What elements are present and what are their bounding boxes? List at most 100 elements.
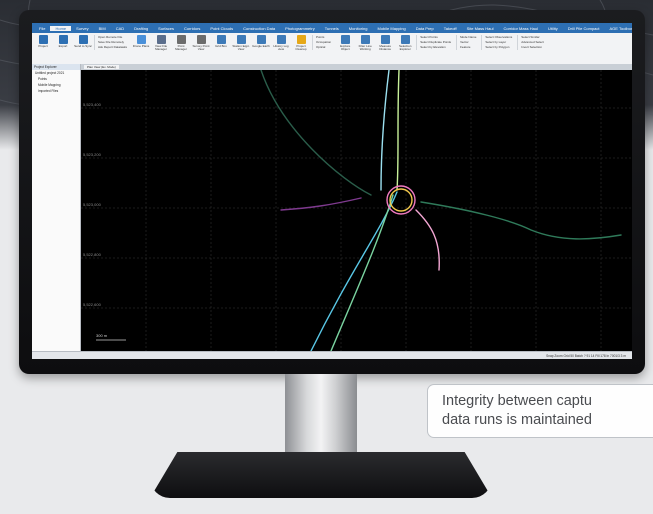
project-icon — [38, 35, 48, 44]
ribbon-menu-group: Points Occupation Optical — [312, 35, 334, 50]
history-icon — [276, 35, 286, 44]
application-window: File Home Survey BIM CAD Drafting Surfaces Corr… — [32, 23, 632, 359]
ribbon-tab[interactable]: CAD — [111, 26, 129, 31]
ribbon-button[interactable]: Station Eqpt. View — [232, 35, 250, 51]
tree-item[interactable]: Imported Files — [32, 88, 80, 94]
ribbon-tab[interactable]: Data Prep — [411, 26, 439, 31]
point-cloud-plot[interactable]: 5,523,400 5,523,200 5,523,000 5,522,800 … — [81, 69, 632, 352]
ribbon-tab[interactable]: Survey — [71, 26, 93, 31]
trajectory-line — [380, 69, 390, 191]
ribbon-menu-group: Select Observations Select by Layer Select… — [481, 35, 515, 50]
ribbon-button-label: Grid Box — [215, 44, 227, 48]
ribbon-button[interactable]: Export — [54, 35, 72, 48]
ribbon-tab[interactable]: Site Mass Haul — [462, 26, 499, 31]
ribbon-button-label: Send to Sync — [74, 44, 92, 48]
ribbon-tab[interactable]: Drill Pile Compact — [563, 26, 605, 31]
ribbon-button-label: Project Cleanup — [295, 44, 307, 51]
ribbon-button-label: Point Manager — [175, 44, 187, 51]
ribbon-menu-group: Mode Name Vector Feature — [456, 35, 479, 50]
filter-icon — [360, 35, 370, 44]
ribbon-menu-item[interactable]: Ask Report Datatasks — [98, 45, 127, 50]
drone-icon — [136, 35, 146, 44]
ribbon-button[interactable]: Project Cleanup — [292, 35, 310, 51]
ribbon-button-label: Station Eqpt. View — [232, 44, 250, 51]
ribbon-tab[interactable]: Photogrammetry — [280, 26, 320, 31]
project-explorer-pane: Project Explorer Untitled project 2021 P… — [32, 64, 81, 351]
ribbon-menu-item[interactable]: Select by Elevation — [420, 45, 451, 50]
export-icon — [58, 35, 68, 44]
ribbon-tab[interactable]: Corridor Mass Haul — [498, 26, 542, 31]
trajectory-line — [415, 209, 440, 271]
ribbon-button[interactable]: Point Manager — [172, 35, 190, 51]
ribbon-tab[interactable]: Surfaces — [153, 26, 179, 31]
trajectory-line — [260, 69, 372, 196]
ribbon-button[interactable]: Send to Sync — [74, 35, 92, 48]
trajectory-line — [420, 201, 622, 240]
scale-bar-label: 300 m — [96, 333, 108, 338]
ribbon-tab[interactable]: Point Clouds — [205, 26, 238, 31]
ribbon-button[interactable]: Filter Line Working — [356, 35, 374, 51]
y-tick-label: 5,522,600 — [83, 302, 102, 307]
ribbon-button[interactable]: Grid Box — [212, 35, 230, 48]
measure-icon — [380, 35, 390, 44]
ribbon-button-label: Explore Object — [340, 44, 351, 51]
caption-line: Integrity between captu — [442, 393, 592, 409]
send-icon — [78, 35, 88, 44]
ribbon-button-label: Measure Distance — [379, 44, 392, 51]
ribbon-tab[interactable]: Monitoring — [344, 26, 373, 31]
ribbon-menu-item[interactable]: Invert Selection — [521, 45, 544, 50]
ribbon-menu-group: Select Points Select Duplicate Points Sele… — [416, 35, 454, 50]
ribbon-tab[interactable]: AGE Toolbox — [605, 26, 632, 31]
ribbon-button[interactable]: History Log view — [272, 35, 290, 51]
survey-point-icon — [196, 35, 206, 44]
ribbon-button[interactable]: Drone Plans — [132, 35, 150, 48]
plan-view-tab-label: Plan View (Ex. Mode) — [84, 65, 119, 69]
y-tick-label: 5,523,400 — [83, 102, 102, 107]
ribbon-tab[interactable]: Tunnels — [320, 26, 344, 31]
ribbon-button-label: Survey Point View — [192, 44, 210, 51]
ribbon-button[interactable]: Selection Explorer — [396, 35, 414, 51]
ribbon-button[interactable]: Measure Distance — [376, 35, 394, 51]
ribbon-tab-bar: File Home Survey BIM CAD Drafting Surfaces Corr… — [32, 23, 632, 33]
ribbon-tab[interactable]: Home — [50, 25, 72, 31]
ribbon-button[interactable]: Google Earth — [252, 35, 270, 48]
station-icon — [236, 35, 246, 44]
ribbon-tab[interactable]: Drafting — [129, 26, 153, 31]
ribbon-button-label: Filter Line Working — [358, 44, 372, 51]
ribbon-button[interactable]: Explore Object — [336, 35, 354, 51]
ribbon-button-label: Google Earth — [252, 44, 270, 48]
ribbon-tab[interactable]: File — [34, 26, 50, 31]
cleanup-icon — [296, 35, 306, 44]
ribbon-menu-group: Open Remote File Save File Remotely Ask Re… — [94, 35, 130, 50]
monitor-bezel: File Home Survey BIM CAD Drafting Surfaces Corr… — [19, 10, 645, 374]
y-tick-label: 5,523,200 — [83, 152, 102, 157]
grid-box-icon — [216, 35, 226, 44]
ribbon-menu-item[interactable]: Optical — [316, 45, 331, 50]
ribbon-button[interactable]: View File Manager — [152, 35, 170, 51]
ribbon-button-label: Drone Plans — [132, 44, 150, 48]
file-manager-icon — [156, 35, 166, 44]
ribbon-button[interactable]: Survey Point View — [192, 35, 210, 51]
ribbon-menu-group: Select Similar Advanced Select Invert Sele… — [517, 35, 547, 50]
ribbon-tab[interactable]: BIM — [94, 26, 111, 31]
ribbon-tab[interactable]: Construction Data — [238, 26, 280, 31]
ribbon-button-label: Export — [58, 44, 68, 48]
ribbon-tab[interactable]: Corridors — [179, 26, 205, 31]
explore-icon — [340, 35, 350, 44]
caption-callout: Integrity between captu data runs is mai… — [427, 384, 653, 438]
ribbon-button[interactable]: Project — [34, 35, 52, 48]
ribbon-tab[interactable]: Utility — [543, 26, 563, 31]
ribbon-button-label: Selection Explorer — [399, 44, 412, 51]
ribbon-menu-item[interactable]: Select by Polygon — [485, 45, 512, 50]
ribbon-tab[interactable]: Mobile Mapping — [372, 26, 410, 31]
google-earth-icon — [256, 35, 266, 44]
monitor-stand-base — [150, 452, 492, 498]
ribbon-menu-item[interactable]: Feature — [460, 45, 476, 50]
point-manager-icon — [176, 35, 186, 44]
ribbon-tab[interactable]: Takeoff — [439, 26, 462, 31]
ribbon-button-label: History Log view — [273, 44, 289, 51]
y-tick-label: 5,522,800 — [83, 252, 102, 257]
plan-view[interactable]: Plan View (Ex. Mode) 5,523,400 5,523,200… — [81, 64, 632, 352]
ribbon-button-label: Project — [38, 44, 48, 48]
selection-icon — [400, 35, 410, 44]
